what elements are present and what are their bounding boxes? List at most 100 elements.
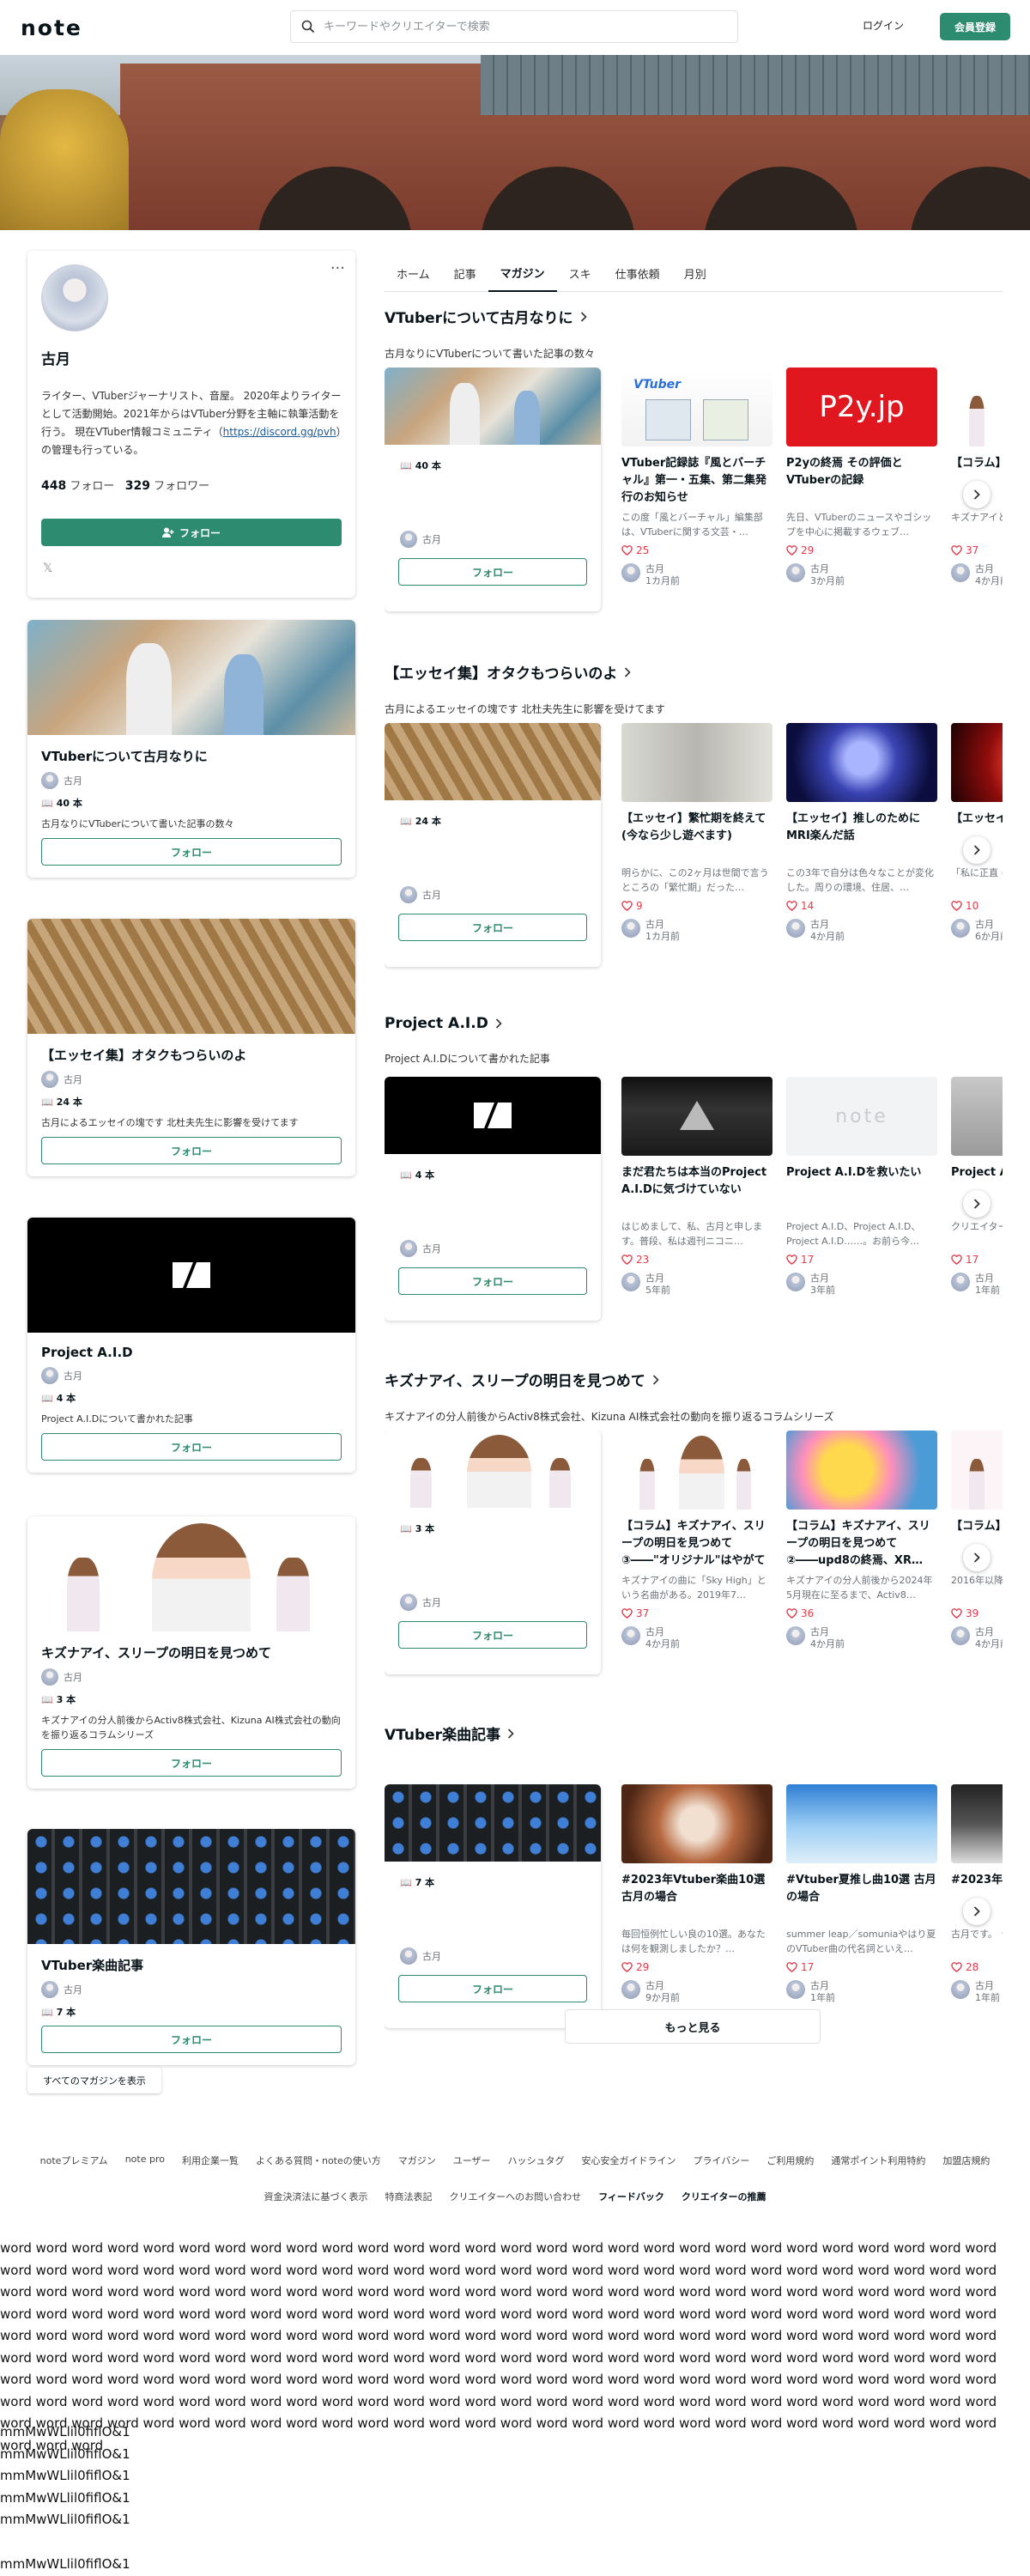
magazine-lead-card[interactable]: 📖 4 本古月 フォロー [385, 1077, 601, 1321]
article-author[interactable]: 古月 3年前 [786, 1273, 937, 1297]
article-author[interactable]: 古月 3か月前 [786, 563, 937, 587]
article-card[interactable]: #Vtuber夏推し曲10選 古月の場合 summer leap／somuniaや… [786, 1784, 937, 2004]
article-card[interactable]: まだ君たちは本当のProject A.I.Dに気づけていない はじめまして、私、古… [621, 1077, 772, 1297]
article-title[interactable]: #2023年Vtuber楽曲10選 古月の場合 [621, 1872, 772, 1923]
magazine-lead-card[interactable]: 📖 3 本古月 フォロー [385, 1431, 601, 1674]
magazine-section-header[interactable]: キズナアイ、スリープの明日を見つめて [385, 1369, 1003, 1390]
magazine-follow-button[interactable]: フォロー [398, 1621, 587, 1649]
article-author[interactable]: 古月 1年前 [786, 1980, 937, 2004]
article-card[interactable]: VTuber VTuber記録誌『風とバーチャル』第一・五集、第二集発行のお知らせ… [621, 368, 772, 587]
article-author[interactable]: 古月 5年前 [621, 1273, 772, 1297]
article-title[interactable]: Project A.I.Dを救いたい [786, 1164, 937, 1216]
article-author[interactable]: 古月6か月前 [951, 919, 1003, 943]
more-options-icon[interactable]: ··· [330, 259, 345, 277]
article-card[interactable]: 【コラム】キズナアイ、スリープの明日を見つめて③――"オリジナル"はやがて眠るキ… [621, 1431, 772, 1650]
article-card[interactable]: note Project A.I.Dを救いたい Project A.I.D、Proj… [786, 1077, 937, 1297]
footer-link[interactable]: よくある質問・noteの使い方 [256, 2154, 381, 2167]
carousel-next-button[interactable] [963, 1898, 991, 1925]
magazine-lead-card[interactable]: 📖 7 本古月 フォロー [385, 1784, 601, 2028]
magazine-author[interactable]: 古月 [400, 1594, 441, 1611]
tab-monthly[interactable]: 月別 [672, 254, 718, 292]
all-magazines-button[interactable]: すべてのマガジンを表示 [27, 2068, 161, 2093]
magazine-author[interactable]: 古月 [400, 531, 441, 548]
article-author[interactable]: 古月4か月前 [621, 1626, 772, 1650]
article-card[interactable]: Project A.I. 登場で何がクリエイターVTuber3人…17古月1年前 [951, 1077, 1003, 1297]
magazine-follow-button[interactable]: フォロー [398, 1267, 587, 1295]
carousel-next-button[interactable] [963, 836, 991, 864]
carousel-next-button[interactable] [963, 1544, 991, 1571]
sidebar-magazine-card[interactable]: 【エッセイ集】オタクもつらいのよ 古月 📖 24 本古月によるエッセイの塊です 北杜夫… [27, 919, 355, 1176]
signup-button[interactable]: 会員登録 [940, 13, 1010, 40]
magazine-title[interactable]: 【エッセイ集】オタクもつらいのよ [41, 1046, 342, 1064]
magazine-section-header[interactable]: Project A.I.D [385, 1015, 1003, 1032]
footer-link[interactable]: プライバシー [694, 2154, 750, 2167]
login-link[interactable]: ログイン [863, 18, 904, 33]
magazine-follow-button[interactable]: フォロー [41, 2026, 342, 2053]
like-count[interactable]: 17 [786, 1961, 937, 1973]
like-count[interactable]: 37 [951, 544, 1003, 556]
magazine-follow-button[interactable]: フォロー [41, 1137, 342, 1164]
footer-link[interactable]: 特商法表記 [385, 2190, 433, 2203]
magazine-follow-button[interactable]: フォロー [41, 838, 342, 866]
article-author[interactable]: 古月 1年前 [951, 1273, 1003, 1297]
tab-home[interactable]: ホーム [385, 254, 442, 292]
like-count[interactable]: 9 [621, 900, 772, 912]
magazine-author[interactable]: 古月 [400, 1240, 441, 1257]
magazine-lead-card[interactable]: 📖 40 本古月 フォロー [385, 368, 601, 611]
discord-link[interactable]: https://discord.gg/pvh [223, 426, 336, 438]
magazine-follow-button[interactable]: フォロー [398, 1975, 587, 2002]
sidebar-magazine-card[interactable]: Project A.I.D 古月 📖 4 本 Project A.I.Dについて書かれた… [27, 1218, 355, 1473]
like-count[interactable]: 29 [621, 1961, 772, 1973]
magazine-author[interactable]: 古月 [400, 886, 441, 903]
like-count[interactable]: 36 [786, 1607, 937, 1619]
tab-likes[interactable]: スキ [557, 254, 603, 292]
like-count[interactable]: 29 [786, 544, 937, 556]
footer-link-bold[interactable]: フィードバック [598, 2190, 664, 2203]
article-card[interactable]: #2023年 古月の場合古月です。 う」と「あ…28古月1年前 [951, 1784, 1003, 2004]
article-author[interactable]: 古月4か月前 [786, 1626, 937, 1650]
footer-link[interactable]: 利用企業一覧 [182, 2154, 239, 2167]
article-title[interactable]: 【エッセイ】推しのためにMRI楽んだ話 [786, 811, 937, 862]
article-title[interactable]: まだ君たちは本当のProject A.I.Dに気づけていない [621, 1164, 772, 1216]
article-author[interactable]: 古月 9か月前 [621, 1980, 772, 2004]
magazine-follow-button[interactable]: フォロー [41, 1749, 342, 1777]
article-author[interactable]: 古月 1年前 [951, 1980, 1003, 2004]
magazine-follow-button[interactable]: フォロー [398, 914, 587, 941]
tab-work-request[interactable]: 仕事依頼 [603, 254, 672, 292]
footer-link[interactable]: ハッシュタグ [508, 2154, 565, 2167]
sidebar-magazine-card[interactable]: キズナアイ、スリープの明日を見つめて 古月 📖 3 本キズナアイの分人前後からActi… [27, 1516, 355, 1789]
article-author[interactable]: 古月 1カ月前 [621, 563, 772, 587]
article-title[interactable]: P2yの終焉 その評価とVTuberの記録 [786, 455, 937, 507]
article-card[interactable]: #2023年Vtuber楽曲10選 古月の場合 毎回恒例忙しい良の10選。あなたは… [621, 1784, 772, 2004]
article-author[interactable]: 古月4か月前 [951, 563, 1003, 587]
footer-link[interactable]: 安心安全ガイドライン [582, 2154, 676, 2167]
follow-counts[interactable]: 448 フォロー 329 フォロワー [41, 477, 342, 493]
magazine-follow-button[interactable]: フォロー [41, 1433, 342, 1461]
search-input[interactable] [324, 20, 718, 33]
article-card[interactable]: P2y.jp P2yの終焉 その評価とVTuberの記録 先日、VTuberのニュー… [786, 368, 937, 587]
article-card[interactable]: 【エッセイ】繁忙期を終えて(今なら少し遊べます) 明らかに、この2ヶ月は世間で言う… [621, 723, 772, 943]
magazine-section-header[interactable]: VTuber楽曲記事 [385, 1722, 1003, 1744]
article-card[interactable]: 【コラム】キズナアイ、スリープの明日を見つめて②――upd8の終焉、XR… キズナ… [786, 1431, 937, 1650]
magazine-author[interactable]: 古月 [41, 772, 342, 789]
footer-link[interactable]: 加盟店規約 [942, 2154, 990, 2167]
magazine-lead-card[interactable]: 📖 24 本古月 フォロー [385, 723, 601, 967]
article-card[interactable]: 【エッセイ】冬の関係「私に正直 は誰にしも…10古月6か月前 [951, 723, 1003, 943]
magazine-section-header[interactable]: 【エッセイ集】オタクもつらいのよ [385, 661, 1003, 683]
footer-link[interactable]: 資金決済法に基づく表示 [264, 2190, 368, 2203]
magazine-author[interactable]: 古月 [41, 1367, 342, 1384]
like-count[interactable]: 28 [951, 1961, 1003, 1973]
like-count[interactable]: 37 [621, 1607, 772, 1619]
footer-link[interactable]: noteプレミアム [40, 2154, 108, 2167]
footer-link[interactable]: 通常ポイント利用特約 [831, 2154, 925, 2167]
article-title[interactable]: VTuber記録誌『風とバーチャル』第一・五集、第二集発行のお知らせ [621, 455, 772, 507]
article-title[interactable]: 【エッセイ】繁忙期を終えて(今なら少し遊べます) [621, 811, 772, 862]
search-box[interactable] [290, 10, 738, 43]
article-title[interactable]: #Vtuber夏推し曲10選 古月の場合 [786, 1872, 937, 1923]
profile-avatar[interactable] [41, 264, 108, 331]
footer-link-bold[interactable]: クリエイターの推薦 [682, 2190, 766, 2203]
article-card[interactable]: 【コラム】ア 眠る日2016年以降 YouTube…39古月4か月前 [951, 1431, 1003, 1650]
magazine-title[interactable]: VTuberについて古月なりに [41, 747, 342, 765]
note-logo[interactable]: note [21, 15, 82, 40]
magazine-author[interactable]: 古月 [400, 1947, 441, 1965]
